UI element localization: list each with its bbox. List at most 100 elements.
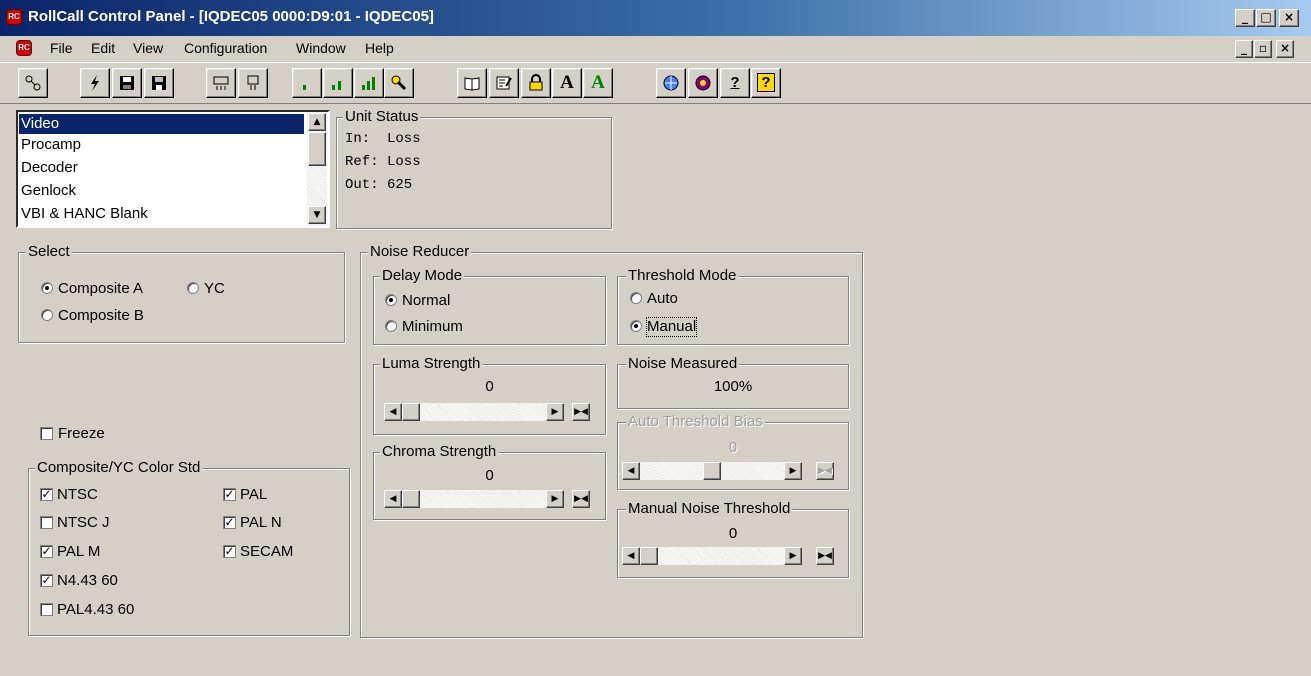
window-title: RollCall Control Panel - [IQDEC05 0000:D… <box>28 8 434 25</box>
help-icon[interactable]: ? <box>751 68 781 98</box>
pal-n-checkbox[interactable]: ✓ <box>223 516 236 529</box>
menu-file[interactable]: File <box>50 40 73 56</box>
font-a-green-icon[interactable]: A <box>583 68 613 98</box>
globe-icon[interactable] <box>656 68 686 98</box>
page-list-item-decoder[interactable]: Decoder <box>21 159 78 177</box>
luma-reset-icon[interactable]: ▶◀ <box>572 403 590 421</box>
chroma-slider-left-arrow-icon[interactable]: ◀ <box>384 490 402 508</box>
pal-label[interactable]: PAL <box>240 486 267 504</box>
maximize-button[interactable]: □ <box>1256 9 1276 27</box>
n443-60-label[interactable]: N4.43 60 <box>57 572 118 590</box>
book-icon[interactable] <box>457 68 487 98</box>
manual-noise-threshold-slider[interactable]: ◀ ▶ <box>622 547 804 567</box>
chroma-reset-icon[interactable]: ▶◀ <box>572 490 590 508</box>
noise-measured-value: 100% <box>713 378 753 395</box>
threshold-slider-left-arrow-icon[interactable]: ◀ <box>622 547 640 565</box>
pal-m-label[interactable]: PAL M <box>57 543 100 561</box>
layout-b-icon[interactable] <box>238 68 268 98</box>
bias-slider-left-arrow-icon[interactable]: ◀ <box>622 462 640 480</box>
pal443-60-label[interactable]: PAL4.43 60 <box>57 601 134 619</box>
delay-minimum-radio[interactable] <box>385 320 397 332</box>
threshold-auto-radio[interactable] <box>630 292 642 304</box>
delay-minimum-label[interactable]: Minimum <box>402 318 463 336</box>
threshold-slider-right-arrow-icon[interactable]: ▶ <box>784 547 802 565</box>
chroma-strength-slider[interactable]: ◀ ▶ <box>384 490 566 510</box>
save-copy-icon[interactable] <box>112 68 142 98</box>
mdi-close-button[interactable]: × <box>1276 40 1294 58</box>
logo-icon[interactable] <box>688 68 718 98</box>
noise-reducer-title: Noise Reducer <box>368 243 472 260</box>
ntsc-checkbox[interactable]: ✓ <box>40 488 53 501</box>
page-list-item-video[interactable]: Video <box>19 114 304 134</box>
bias-slider-thumb[interactable] <box>703 462 721 480</box>
ntsc-j-checkbox[interactable] <box>40 516 53 529</box>
scroll-down-arrow-icon[interactable]: ▼ <box>308 206 326 224</box>
menu-help[interactable]: Help <box>365 40 394 56</box>
menu-edit[interactable]: Edit <box>91 40 115 56</box>
lightning-icon[interactable] <box>80 68 110 98</box>
font-a-icon[interactable]: A <box>552 68 582 98</box>
ntsc-label[interactable]: NTSC <box>57 486 98 504</box>
composite-b-label[interactable]: Composite B <box>58 307 144 325</box>
luma-strength-slider[interactable]: ◀ ▶ <box>384 403 566 423</box>
auto-threshold-bias-slider[interactable]: ◀ ▶ <box>622 462 804 482</box>
signal-high-icon[interactable] <box>354 68 384 98</box>
delay-mode-title: Delay Mode <box>380 267 465 284</box>
bias-slider-right-arrow-icon[interactable]: ▶ <box>784 462 802 480</box>
menu-configuration[interactable]: Configuration <box>184 40 267 56</box>
title-bar[interactable]: RC RollCall Control Panel - [IQDEC05 000… <box>0 0 1311 36</box>
pal-m-checkbox[interactable]: ✓ <box>40 545 53 558</box>
threshold-auto-label[interactable]: Auto <box>647 290 678 308</box>
threshold-manual-label[interactable]: Manual <box>645 317 698 337</box>
threshold-reset-icon[interactable]: ▶◀ <box>816 547 834 565</box>
app-logo-icon[interactable]: RC <box>6 9 22 25</box>
luma-slider-thumb[interactable] <box>402 403 420 421</box>
wrench-icon[interactable] <box>384 68 414 98</box>
mdi-restore-button[interactable]: ▫ <box>1254 40 1272 58</box>
signal-mid-icon[interactable] <box>323 68 353 98</box>
page-list-scroll-thumb[interactable] <box>308 132 326 166</box>
composite-b-radio[interactable] <box>41 309 53 321</box>
help-index-icon[interactable]: ? <box>720 68 750 98</box>
yc-radio[interactable] <box>187 282 199 294</box>
ntsc-j-label[interactable]: NTSC J <box>57 514 110 532</box>
secam-checkbox[interactable]: ✓ <box>223 545 236 558</box>
signal-low-icon[interactable] <box>292 68 322 98</box>
pal-checkbox[interactable]: ✓ <box>223 488 236 501</box>
help-index-glyph: ? <box>730 74 740 91</box>
bias-reset-icon[interactable]: ▶◀ <box>816 462 834 480</box>
scroll-up-arrow-icon[interactable]: ▲ <box>308 113 326 131</box>
edit-form-icon[interactable] <box>489 68 519 98</box>
threshold-manual-radio[interactable] <box>630 320 642 332</box>
freeze-checkbox[interactable] <box>40 427 53 440</box>
mdi-minimize-button[interactable]: _ <box>1235 40 1253 58</box>
lock-icon[interactable] <box>521 68 551 98</box>
secam-label[interactable]: SECAM <box>240 543 293 561</box>
composite-a-label[interactable]: Composite A <box>58 280 143 298</box>
chroma-slider-right-arrow-icon[interactable]: ▶ <box>546 490 564 508</box>
chroma-slider-thumb[interactable] <box>402 490 420 508</box>
luma-strength-value: 0 <box>485 378 494 395</box>
save-disk-icon[interactable] <box>144 68 174 98</box>
delay-normal-radio[interactable] <box>385 294 397 306</box>
close-button[interactable]: × <box>1279 9 1299 27</box>
page-list-item-genlock[interactable]: Genlock <box>21 182 76 200</box>
freeze-label[interactable]: Freeze <box>58 425 105 443</box>
document-icon[interactable]: RC <box>16 40 32 56</box>
delay-normal-label[interactable]: Normal <box>402 292 450 310</box>
menu-view[interactable]: View <box>133 40 163 56</box>
network-icon[interactable] <box>18 68 48 98</box>
n443-60-checkbox[interactable]: ✓ <box>40 574 53 587</box>
minimize-button[interactable]: _ <box>1235 9 1255 27</box>
page-list-item-procamp[interactable]: Procamp <box>21 136 81 154</box>
threshold-slider-thumb[interactable] <box>640 547 658 565</box>
layout-a-icon[interactable] <box>206 68 236 98</box>
menu-window[interactable]: Window <box>296 40 346 56</box>
pal443-60-checkbox[interactable] <box>40 603 53 616</box>
composite-a-radio[interactable] <box>41 282 53 294</box>
yc-label[interactable]: YC <box>204 280 225 298</box>
pal-n-label[interactable]: PAL N <box>240 514 282 532</box>
luma-slider-left-arrow-icon[interactable]: ◀ <box>384 403 402 421</box>
page-list-item-vbi-hanc-blank[interactable]: VBI & HANC Blank <box>21 205 148 223</box>
luma-slider-right-arrow-icon[interactable]: ▶ <box>546 403 564 421</box>
